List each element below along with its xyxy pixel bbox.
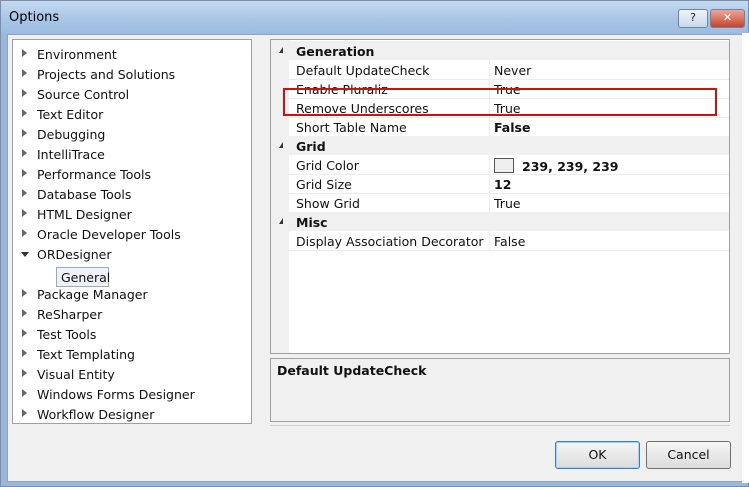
tree-item-environment[interactable]: Environment — [13, 44, 249, 64]
tree-item-projects-and-solutions[interactable]: Projects and Solutions — [13, 64, 249, 84]
column-divider — [489, 155, 490, 174]
tree-item-workflow-designer[interactable]: Workflow Designer — [13, 404, 249, 424]
prop-row-default-updatecheck[interactable]: Default UpdateCheck Never — [289, 60, 729, 80]
expand-arrow-icon[interactable] — [22, 409, 27, 417]
tree-item-windows-forms-designer[interactable]: Windows Forms Designer — [13, 384, 249, 404]
expand-arrow-icon[interactable] — [22, 289, 27, 297]
collapse-arrow-icon[interactable] — [279, 218, 283, 224]
expand-arrow-icon[interactable] — [22, 329, 27, 337]
expand-arrow-icon[interactable] — [22, 109, 27, 117]
tree-item-debugging[interactable]: Debugging — [13, 124, 249, 144]
background-window-edge — [742, 33, 749, 483]
prop-row-enable-pluraliz[interactable]: Enable Pluraliz True — [289, 79, 729, 99]
collapse-arrow-icon[interactable] — [21, 252, 29, 257]
tree-item-text-editor[interactable]: Text Editor — [13, 104, 249, 124]
expand-arrow-icon[interactable] — [22, 189, 27, 197]
expand-arrow-icon[interactable] — [22, 69, 27, 77]
tree-item-source-control[interactable]: Source Control — [13, 84, 249, 104]
expand-arrow-icon[interactable] — [22, 309, 27, 317]
expand-arrow-icon[interactable] — [22, 89, 27, 97]
prop-row-show-grid[interactable]: Show Grid True — [289, 193, 729, 213]
options-tree[interactable]: Environment Projects and Solutions Sourc… — [12, 39, 252, 424]
ok-button[interactable]: OK — [555, 441, 640, 469]
tree-item-test-tools[interactable]: Test Tools — [13, 324, 249, 344]
close-button[interactable]: ✕ — [710, 9, 745, 28]
column-divider — [489, 117, 490, 136]
grid-color-value: 239, 239, 239 — [522, 159, 619, 174]
description-pane: Default UpdateCheck — [270, 358, 730, 422]
title-bar[interactable]: Options ? ✕ — [1, 1, 748, 34]
dialog-body: Environment Projects and Solutions Sourc… — [7, 34, 745, 482]
divider — [270, 425, 730, 426]
column-divider — [489, 98, 490, 117]
cancel-button[interactable]: Cancel — [646, 441, 731, 469]
tree-item-text-templating[interactable]: Text Templating — [13, 344, 249, 364]
column-divider — [489, 174, 490, 193]
tree-item-visual-entity[interactable]: Visual Entity — [13, 364, 249, 384]
options-dialog: Options ? ✕ Environment Projects and Sol… — [0, 0, 749, 487]
tree-item-html-designer[interactable]: HTML Designer — [13, 204, 249, 224]
expand-arrow-icon[interactable] — [22, 229, 27, 237]
collapse-arrow-icon[interactable] — [279, 142, 283, 148]
tree-item-performance-tools[interactable]: Performance Tools — [13, 164, 249, 184]
prop-row-grid-size[interactable]: Grid Size 12 — [289, 174, 729, 194]
tree-item-oracle-developer-tools[interactable]: Oracle Developer Tools — [13, 224, 249, 244]
expand-arrow-icon[interactable] — [22, 169, 27, 177]
category-misc[interactable]: Misc — [271, 212, 729, 231]
tree-item-package-manager[interactable]: Package Manager — [13, 284, 249, 304]
category-grid[interactable]: Grid — [271, 136, 729, 155]
expand-arrow-icon[interactable] — [22, 49, 27, 57]
collapse-arrow-icon[interactable] — [279, 47, 283, 53]
tree-item-ordesigner[interactable]: ORDesigner — [13, 244, 249, 264]
grid-gutter — [271, 40, 289, 353]
expand-arrow-icon[interactable] — [22, 349, 27, 357]
tree-item-resharper[interactable]: ReSharper — [13, 304, 249, 324]
category-generation[interactable]: Generation — [271, 41, 729, 60]
prop-row-remove-underscores[interactable]: Remove Underscores True — [289, 98, 729, 118]
column-divider — [489, 193, 490, 212]
prop-row-short-table-name[interactable]: Short Table Name False — [289, 117, 729, 137]
tree-item-general-label: General — [61, 270, 111, 285]
tree-item-database-tools[interactable]: Database Tools — [13, 184, 249, 204]
property-grid[interactable]: Generation Default UpdateCheck Never Ena… — [270, 39, 730, 354]
prop-row-display-association-decorator[interactable]: Display Association Decorator Te False — [289, 231, 729, 251]
expand-arrow-icon[interactable] — [22, 369, 27, 377]
prop-row-grid-color[interactable]: Grid Color 239, 239, 239 — [289, 155, 729, 175]
column-divider — [489, 231, 490, 250]
column-divider — [489, 60, 490, 79]
window-title: Options — [9, 10, 60, 25]
expand-arrow-icon[interactable] — [22, 129, 27, 137]
expand-arrow-icon[interactable] — [22, 209, 27, 217]
help-button[interactable]: ? — [678, 9, 708, 28]
tree-item-intellitrace[interactable]: IntelliTrace — [13, 144, 249, 164]
column-divider — [489, 79, 490, 98]
description-title: Default UpdateCheck — [277, 363, 427, 378]
expand-arrow-icon[interactable] — [22, 389, 27, 397]
expand-arrow-icon[interactable] — [22, 149, 27, 157]
color-swatch — [494, 158, 514, 173]
